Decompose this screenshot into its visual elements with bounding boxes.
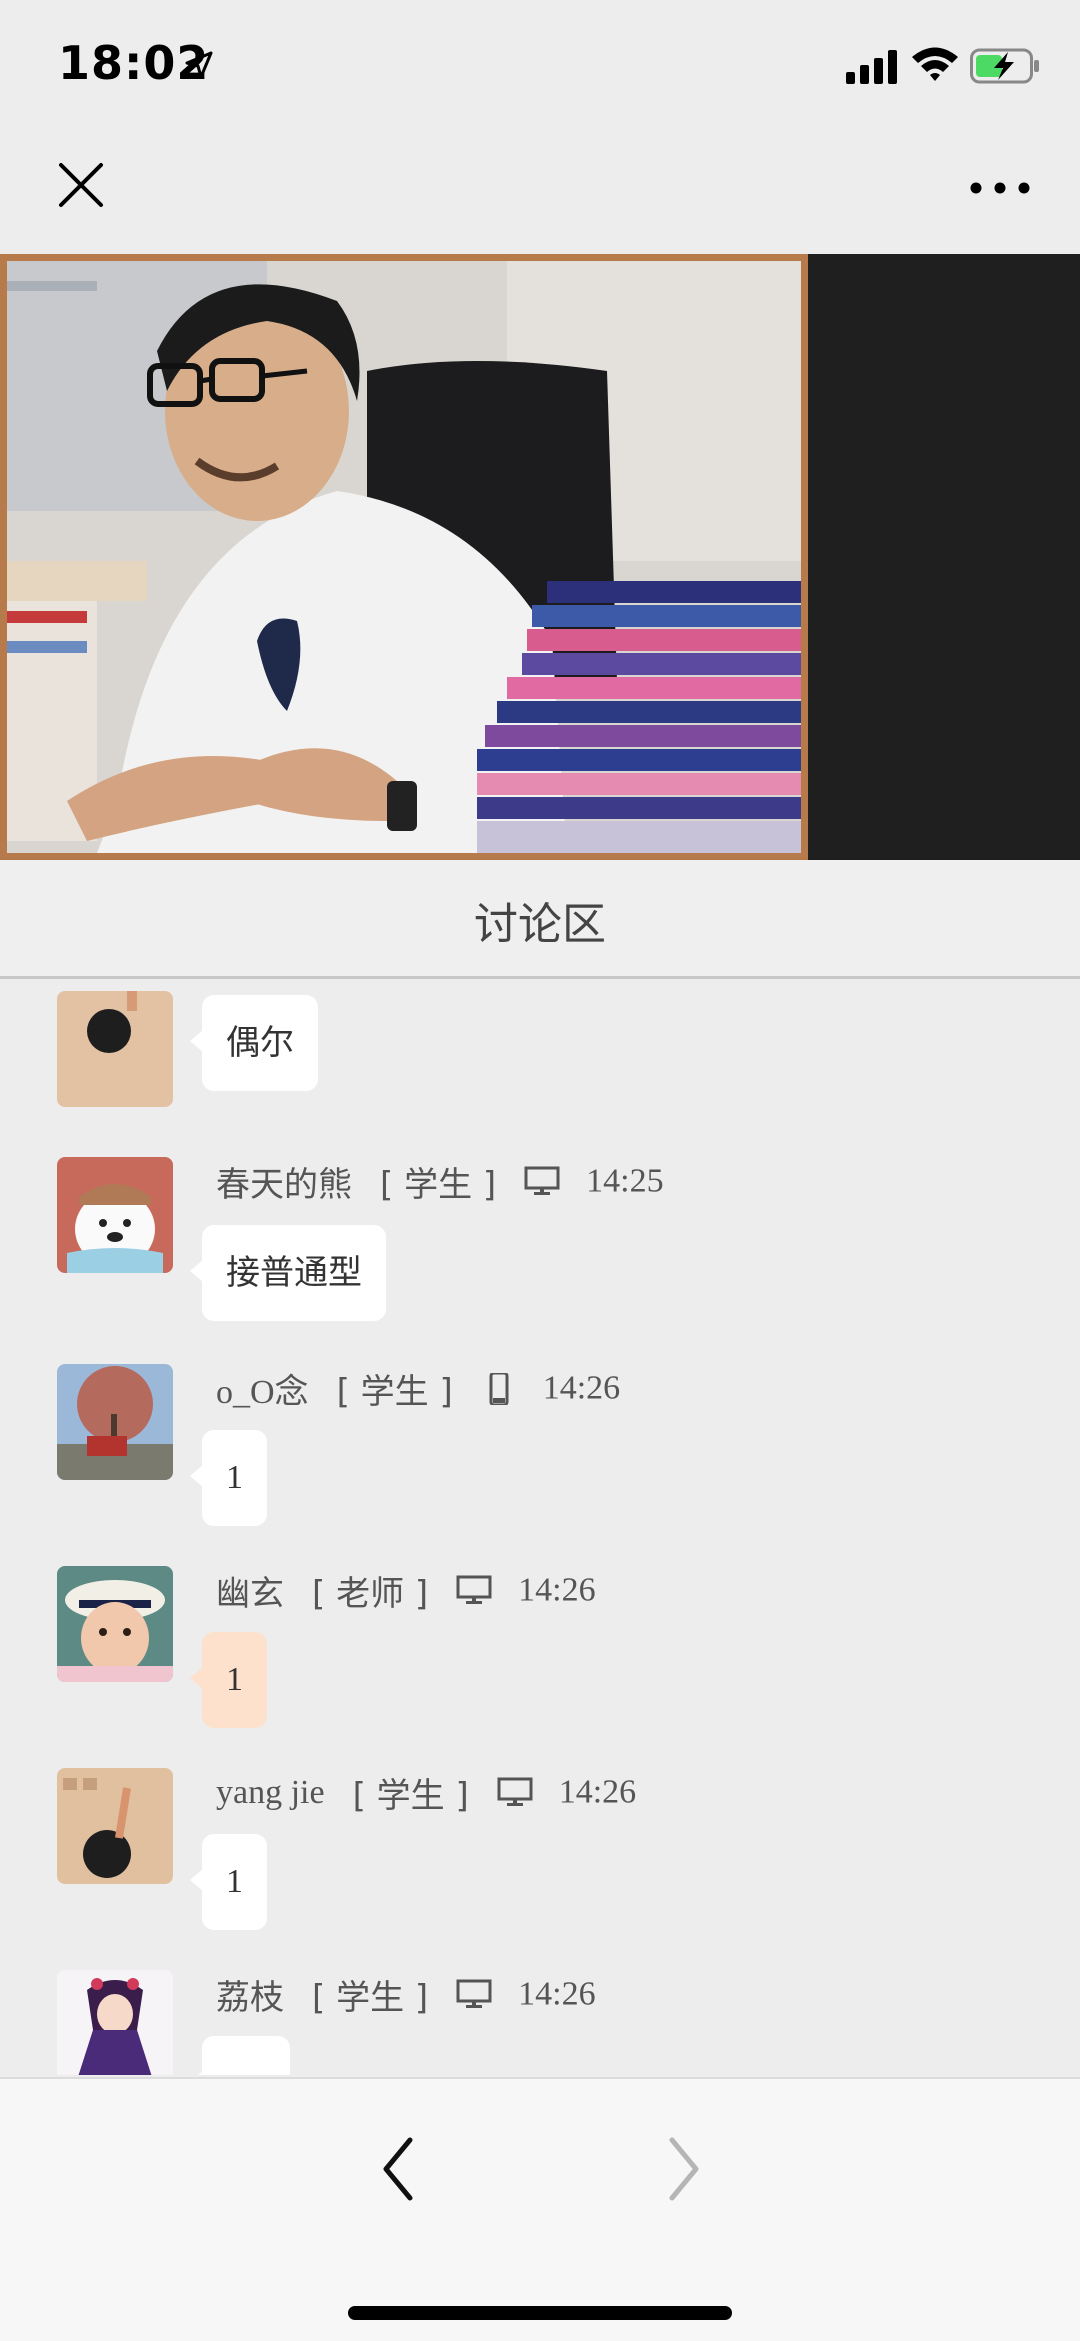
message-meta: yang jie [ 学生 ] 14:26 <box>216 1768 636 1817</box>
bottom-toolbar <box>0 2077 1080 2341</box>
chat-message-list[interactable]: 偶尔 春天的熊[ 学生 ] 14:25 接普通型 o_O念[ 学生 ] 14:26 … <box>0 979 1080 2075</box>
message-bubble: 1 <box>190 1430 267 1526</box>
status-bar: 18:02 <box>0 0 1080 132</box>
avatar-baby-hat[interactable] <box>57 1566 173 1682</box>
message-time: 14:25 <box>586 1162 664 1200</box>
desktop-icon <box>524 1166 560 1195</box>
avatar-polar-bear[interactable] <box>57 1157 173 1273</box>
sender-role: [ 学生 ] <box>336 1372 453 1412</box>
discussion-title: 讨论区 <box>474 899 606 950</box>
sender-role: [ 学生 ] <box>312 1978 429 2018</box>
message-bubble: 偶尔 <box>190 995 318 1091</box>
back-chevron-icon[interactable] <box>378 2134 418 2204</box>
discussion-header: 讨论区 <box>0 860 1080 979</box>
top-nav-bar <box>0 132 1080 254</box>
sender-name: 荔枝 <box>216 1978 284 2018</box>
sender-role: [ 学生 ] <box>352 1776 469 1816</box>
message-bubble <box>190 2036 290 2075</box>
sender-role: [ 学生 ] <box>380 1165 497 1205</box>
video-image <box>7 261 801 853</box>
more-options-icon[interactable] <box>970 180 1030 196</box>
home-indicator <box>348 2306 732 2320</box>
message-meta: 荔枝 [ 学生 ] 14:26 <box>216 1970 596 2019</box>
message-meta: 春天的熊 [ 学生 ] 14:25 <box>216 1157 664 1206</box>
location-arrow-icon <box>185 51 213 79</box>
message-time: 14:26 <box>518 1571 596 1609</box>
sender-role: [ 老师 ] <box>312 1574 429 1614</box>
battery-charging-icon <box>970 48 1039 84</box>
desktop-icon <box>497 1777 533 1806</box>
forward-chevron-icon[interactable] <box>664 2134 704 2204</box>
message-bubble: 1 <box>190 1834 267 1930</box>
desktop-icon <box>456 1979 492 2008</box>
teacher-video-feed[interactable] <box>0 254 808 860</box>
desktop-icon <box>456 1575 492 1604</box>
avatar-anime-girl[interactable] <box>57 1970 173 2075</box>
wifi-icon <box>912 47 958 81</box>
message-bubble: 1 <box>190 1632 267 1728</box>
close-icon[interactable] <box>58 162 104 208</box>
avatar-wall-toddler[interactable] <box>57 991 173 1107</box>
cellular-signal-icon <box>846 50 897 84</box>
message-time: 14:26 <box>558 1773 637 1811</box>
live-video-area[interactable] <box>0 254 1080 860</box>
message-time: 14:26 <box>542 1369 621 1407</box>
sender-name: yang jie <box>216 1773 325 1811</box>
sender-name: o_O念 <box>216 1374 309 1411</box>
message-meta: 幽玄 [ 老师 ] 14:26 <box>216 1566 596 1615</box>
sender-name: 春天的熊 <box>216 1165 352 1205</box>
mobile-icon <box>489 1372 509 1405</box>
message-time: 14:26 <box>518 1975 596 2013</box>
sender-name: 幽玄 <box>216 1574 284 1614</box>
avatar-street-tree[interactable] <box>57 1364 173 1480</box>
avatar-wall-toddler[interactable] <box>57 1768 173 1884</box>
message-meta: o_O念 [ 学生 ] 14:26 <box>216 1364 620 1413</box>
message-bubble: 接普通型 <box>190 1225 386 1321</box>
